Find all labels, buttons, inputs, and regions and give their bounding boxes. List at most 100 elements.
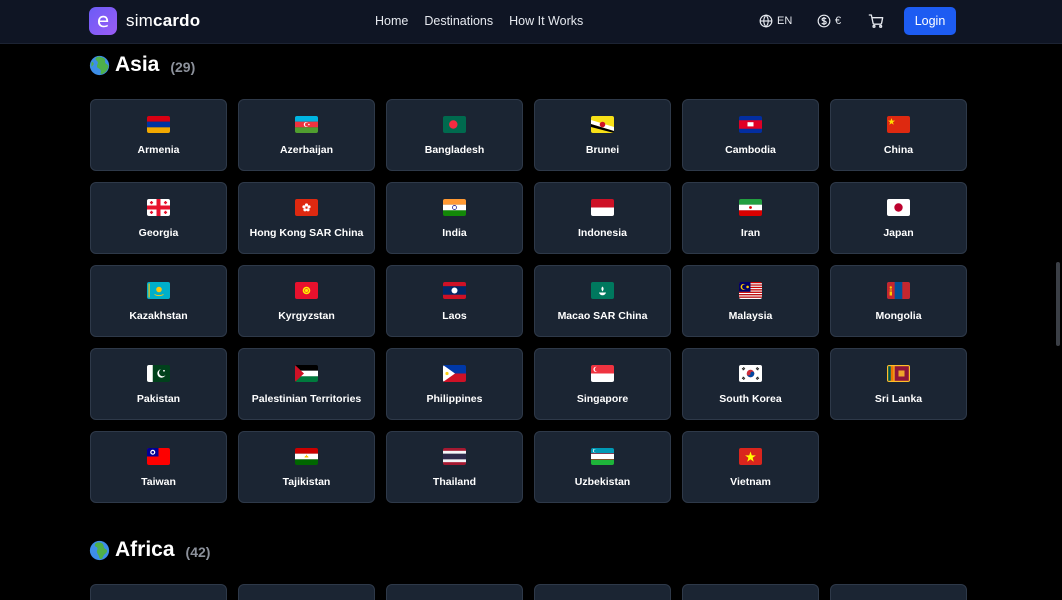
flag-ir-icon: [739, 199, 762, 216]
language-code: EN: [777, 15, 793, 27]
country-card[interactable]: [238, 584, 375, 600]
country-card-cambodia[interactable]: Cambodia: [682, 99, 819, 171]
flag-id-icon: [591, 199, 614, 216]
brand-logo[interactable]: e simcardo: [89, 7, 200, 35]
country-name: Malaysia: [728, 310, 773, 322]
country-card-laos[interactable]: Laos: [386, 265, 523, 337]
main-nav: Home Destinations How It Works: [375, 0, 599, 42]
country-name: Mongolia: [875, 310, 922, 322]
country-name: Armenia: [137, 144, 180, 156]
country-name: Taiwan: [141, 476, 176, 488]
country-card-malaysia[interactable]: Malaysia: [682, 265, 819, 337]
country-grid-africa: [90, 584, 967, 600]
country-card-azerbaijan[interactable]: Azerbaijan: [238, 99, 375, 171]
country-card-south-korea[interactable]: South Korea: [682, 348, 819, 420]
country-card[interactable]: [90, 584, 227, 600]
flag-kh-icon: [739, 116, 762, 133]
flag-cn-icon: [887, 116, 910, 133]
nav-link-how-it-works[interactable]: How It Works: [509, 14, 583, 28]
country-name: Cambodia: [725, 144, 776, 156]
flag-hk-icon: [295, 199, 318, 216]
country-name: Uzbekistan: [574, 476, 631, 488]
flag-bn-icon: [591, 116, 614, 133]
country-name: Georgia: [138, 227, 179, 239]
country-card-mongolia[interactable]: Mongolia: [830, 265, 967, 337]
country-name: Brunei: [585, 144, 620, 156]
brand-name: simcardo: [126, 11, 200, 31]
country-card-thailand[interactable]: Thailand: [386, 431, 523, 503]
country-card-tajikistan[interactable]: Tajikistan: [238, 431, 375, 503]
flag-tw-icon: [147, 448, 170, 465]
country-name: Tajikistan: [282, 476, 331, 488]
flag-sg-icon: [591, 365, 614, 382]
country-name: Thailand: [432, 476, 477, 488]
nav-link-destinations[interactable]: Destinations: [424, 14, 493, 28]
section-heading-africa: Africa (42): [89, 537, 210, 563]
country-card-pakistan[interactable]: Pakistan: [90, 348, 227, 420]
globe-icon: [759, 14, 773, 28]
section-title-asia: Asia: [115, 53, 160, 76]
country-card[interactable]: [534, 584, 671, 600]
flag-mn-icon: [887, 282, 910, 299]
country-name: Singapore: [576, 393, 629, 405]
country-card-hong-kong-sar-china[interactable]: Hong Kong SAR China: [238, 182, 375, 254]
currency-selector[interactable]: €: [817, 0, 841, 42]
country-name: Philippines: [426, 393, 483, 405]
country-card-vietnam[interactable]: Vietnam: [682, 431, 819, 503]
country-card-indonesia[interactable]: Indonesia: [534, 182, 671, 254]
country-card-japan[interactable]: Japan: [830, 182, 967, 254]
country-name: Palestinian Territories: [251, 393, 362, 405]
language-selector[interactable]: EN: [759, 0, 792, 42]
brand-name-bold: cardo: [153, 11, 201, 30]
country-card-china[interactable]: China: [830, 99, 967, 171]
country-card-philippines[interactable]: Philippines: [386, 348, 523, 420]
flag-my-icon: [739, 282, 762, 299]
currency-symbol: €: [835, 15, 842, 27]
brand-name-light: sim: [126, 11, 154, 30]
country-name: Sri Lanka: [874, 393, 923, 405]
country-card[interactable]: [830, 584, 967, 600]
country-name: South Korea: [719, 393, 782, 405]
flag-vn-icon: [739, 448, 762, 465]
globe-asia-icon: [89, 55, 110, 75]
country-card-macao-sar-china[interactable]: Macao SAR China: [534, 265, 671, 337]
flag-tj-icon: [295, 448, 318, 465]
country-card-palestinian-territories[interactable]: Palestinian Territories: [238, 348, 375, 420]
country-name: China: [883, 144, 914, 156]
flag-ph-icon: [443, 365, 466, 382]
top-navbar: e simcardo Home Destinations How It Work…: [0, 0, 1062, 44]
country-card-sri-lanka[interactable]: Sri Lanka: [830, 348, 967, 420]
flag-az-icon: [295, 116, 318, 133]
country-card-singapore[interactable]: Singapore: [534, 348, 671, 420]
flag-pk-icon: [147, 365, 170, 382]
flag-uz-icon: [591, 448, 614, 465]
country-name: Azerbaijan: [279, 144, 334, 156]
country-card-kazakhstan[interactable]: Kazakhstan: [90, 265, 227, 337]
login-button[interactable]: Login: [904, 7, 956, 35]
country-card[interactable]: [682, 584, 819, 600]
flag-mo-icon: [591, 282, 614, 299]
flag-kg-icon: [295, 282, 318, 299]
country-card-uzbekistan[interactable]: Uzbekistan: [534, 431, 671, 503]
flag-lk-icon: [887, 365, 910, 382]
cart-button[interactable]: [868, 0, 884, 42]
country-card-india[interactable]: India: [386, 182, 523, 254]
country-name: Vietnam: [730, 476, 771, 488]
country-card[interactable]: [386, 584, 523, 600]
country-card-bangladesh[interactable]: Bangladesh: [386, 99, 523, 171]
country-card-georgia[interactable]: Georgia: [90, 182, 227, 254]
section-heading-asia: Asia (29): [89, 52, 195, 78]
nav-link-home[interactable]: Home: [375, 14, 408, 28]
flag-ps-icon: [295, 365, 318, 382]
flag-jp-icon: [887, 199, 910, 216]
country-card-brunei[interactable]: Brunei: [534, 99, 671, 171]
page-scrollbar[interactable]: [1056, 262, 1060, 346]
country-name: Pakistan: [136, 393, 181, 405]
country-card-armenia[interactable]: Armenia: [90, 99, 227, 171]
country-card-taiwan[interactable]: Taiwan: [90, 431, 227, 503]
country-card-iran[interactable]: Iran: [682, 182, 819, 254]
flag-kz-icon: [147, 282, 170, 299]
country-name: Bangladesh: [424, 144, 485, 156]
country-card-kyrgyzstan[interactable]: Kyrgyzstan: [238, 265, 375, 337]
page: e simcardo Home Destinations How It Work…: [0, 0, 1062, 600]
